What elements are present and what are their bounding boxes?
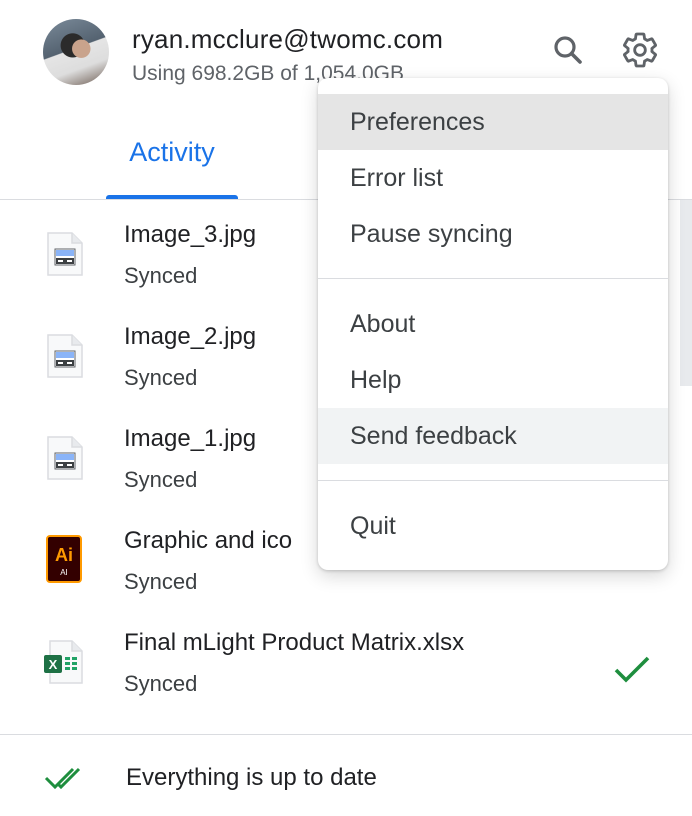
menu-item-preferences[interactable]: Preferences (318, 94, 668, 150)
list-scrollbar[interactable] (680, 200, 692, 386)
image-file-icon (47, 334, 83, 378)
menu-item-help[interactable]: Help (318, 352, 668, 408)
illustrator-file-icon: Ai AI (46, 535, 82, 583)
menu-item-label: Preferences (350, 108, 485, 136)
menu-item-label: Help (350, 366, 402, 394)
menu-separator (318, 480, 668, 481)
image-file-icon (47, 232, 83, 276)
search-icon (554, 36, 582, 64)
settings-button[interactable] (620, 30, 660, 70)
file-status: Synced (124, 467, 198, 492)
list-item[interactable]: X Final mLight Product Matrix.xlsx Synce… (0, 609, 692, 711)
menu-item-label: Pause syncing (350, 220, 513, 248)
checkmark-icon (614, 656, 650, 683)
file-status: Synced (124, 569, 198, 594)
file-name: Image_2.jpg (124, 323, 257, 350)
file-status: Synced (124, 365, 198, 390)
tab-activity[interactable]: Activity (106, 136, 238, 200)
footer-divider (0, 734, 692, 735)
tab-activity-label: Activity (129, 137, 215, 167)
menu-item-pause-syncing[interactable]: Pause syncing (318, 206, 668, 262)
menu-item-about[interactable]: About (318, 296, 668, 352)
svg-text:X: X (49, 657, 58, 672)
account-email: ryan.mcclure@twomc.com (132, 24, 444, 54)
menu-item-label: Quit (350, 512, 396, 540)
image-file-icon (47, 436, 83, 480)
svg-text:Ai: Ai (55, 545, 73, 565)
menu-item-quit[interactable]: Quit (318, 498, 668, 554)
double-check-icon (44, 767, 81, 790)
file-status: Synced (124, 671, 198, 696)
menu-item-send-feedback[interactable]: Send feedback (318, 408, 668, 464)
menu-separator (318, 278, 668, 279)
file-name: Image_3.jpg (124, 221, 257, 248)
menu-item-label: About (350, 310, 416, 338)
gear-icon (623, 32, 657, 68)
settings-menu: Preferences Error list Pause syncing Abo… (318, 78, 668, 570)
file-name: Final mLight Product Matrix.xlsx (124, 629, 465, 656)
menu-item-label: Send feedback (350, 422, 517, 450)
svg-text:AI: AI (60, 568, 68, 577)
menu-item-error-list[interactable]: Error list (318, 150, 668, 206)
excel-file-icon: X (44, 640, 83, 684)
sync-status-text: Everything is up to date (126, 764, 377, 791)
search-button[interactable] (548, 30, 588, 70)
file-status: Synced (124, 263, 198, 288)
file-name: Graphic and ico (124, 527, 293, 554)
file-name: Image_1.jpg (124, 425, 257, 452)
avatar[interactable] (43, 19, 109, 85)
menu-item-label: Error list (350, 164, 444, 192)
